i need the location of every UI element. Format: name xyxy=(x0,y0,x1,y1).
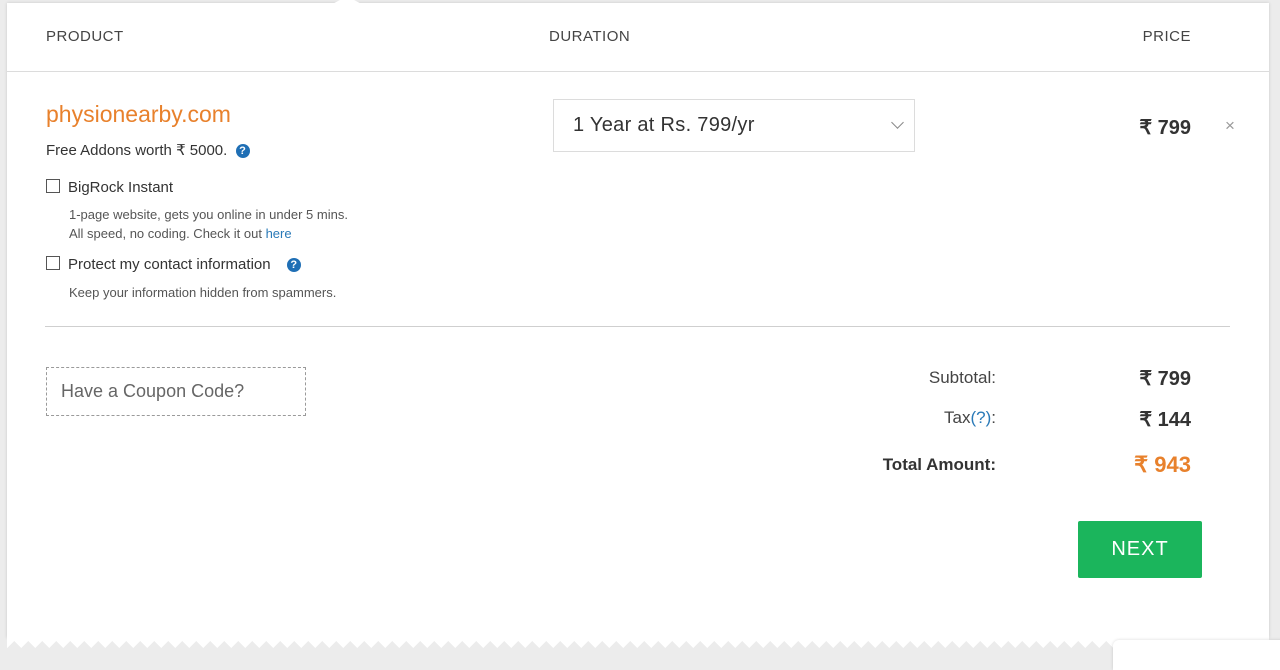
tax-label: Tax xyxy=(944,408,971,427)
addon-bigrock-instant[interactable]: BigRock Instant xyxy=(46,179,173,196)
duration-select-value: 1 Year at Rs. 799/yr xyxy=(573,114,755,136)
subtotal-value: ₹ 799 xyxy=(1139,368,1191,390)
next-button[interactable]: NEXT xyxy=(1078,521,1202,578)
question-circle-icon[interactable]: ? xyxy=(235,144,250,158)
bottom-tab xyxy=(1113,640,1280,670)
bigrock-instant-checkbox[interactable] xyxy=(46,179,60,193)
header-product: PRODUCT xyxy=(46,28,124,45)
header-duration: DURATION xyxy=(549,28,631,45)
coupon-code-field[interactable]: Have a Coupon Code? xyxy=(46,367,306,416)
total-amount-value: ₹ 943 xyxy=(1134,452,1191,477)
bigrock-desc-line2: All speed, no coding. Check it out xyxy=(69,226,266,241)
tax-label-group: Tax(?): xyxy=(944,408,996,428)
bigrock-instant-description: 1-page website, gets you online in under… xyxy=(69,205,348,243)
privacy-protect-description: Keep your information hidden from spamme… xyxy=(69,285,337,300)
tax-help-link[interactable]: (?) xyxy=(970,408,991,427)
privacy-protect-label: Protect my contact information xyxy=(68,256,271,273)
tax-value: ₹ 144 xyxy=(1139,409,1191,431)
remove-item-icon[interactable]: × xyxy=(1225,116,1235,136)
free-addons-label: Free Addons worth ₹ 5000. xyxy=(46,142,228,159)
free-addons-text: Free Addons worth ₹ 5000. ? xyxy=(46,141,250,159)
privacy-protect-checkbox[interactable] xyxy=(46,256,60,270)
receipt-zigzag-edge xyxy=(7,634,1269,648)
domain-name: physionearby.com xyxy=(46,101,231,127)
cart-card: PRODUCT DURATION PRICE physionearby.com … xyxy=(7,0,1269,638)
duration-select[interactable]: 1 Year at Rs. 799/yr xyxy=(553,99,915,152)
total-amount-label: Total Amount: xyxy=(882,455,996,474)
table-header: PRODUCT DURATION PRICE xyxy=(7,3,1269,72)
bigrock-here-link[interactable]: here xyxy=(266,226,292,241)
addon-privacy-protect[interactable]: Protect my contact information ? xyxy=(46,256,301,273)
tax-colon: : xyxy=(991,408,996,427)
coupon-placeholder: Have a Coupon Code? xyxy=(61,381,245,401)
item-price: ₹ 799 xyxy=(1139,117,1191,139)
bigrock-instant-label: BigRock Instant xyxy=(68,179,174,196)
bigrock-desc-line1: 1-page website, gets you online in under… xyxy=(69,207,348,222)
subtotal-label: Subtotal: xyxy=(928,368,996,387)
header-price: PRICE xyxy=(1142,28,1191,45)
privacy-help-icon[interactable]: ? xyxy=(286,258,301,272)
chevron-down-icon xyxy=(891,116,904,129)
section-divider xyxy=(45,326,1230,327)
